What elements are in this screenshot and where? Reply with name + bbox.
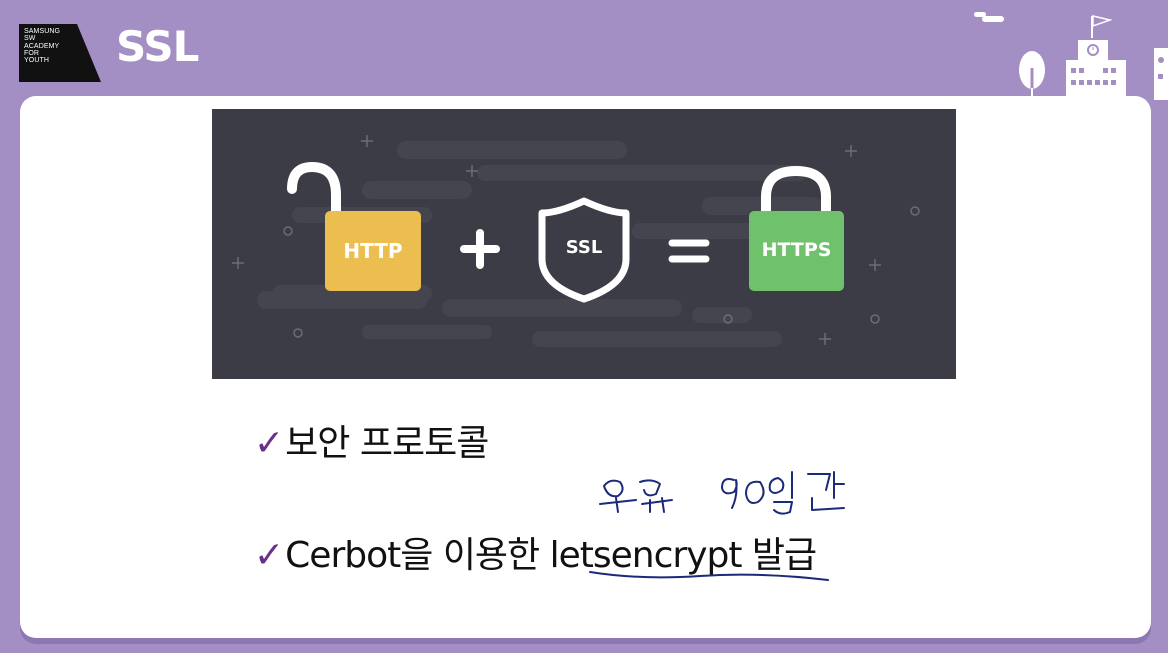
plus-icon [460,229,500,269]
bullet-security-protocol: ✓보안 프로토콜 [254,414,489,466]
equals-icon [668,239,710,263]
bullet-text: 보안 프로토콜 [285,423,489,464]
bullet-letsencrypt: ✓Cerbot을 이용한 letsencrypt 발급 [254,526,817,578]
slide: SAMSUNG SW ACADEMY FOR YOUTH SSL HTTP SS… [0,0,1168,653]
checkmark-icon: ✓ [254,423,284,464]
logo-text: SAMSUNG SW ACADEMY FOR YOUTH [24,28,61,65]
http-label: HTTP [343,239,403,263]
bullet-text: Cerbot을 이용한 letsencrypt 발급 [285,535,817,576]
samsung-sw-academy-logo: SAMSUNG SW ACADEMY FOR YOUTH [19,24,101,82]
ssl-label: SSL [565,237,603,258]
school-building-icon [974,12,1168,100]
ssl-illustration: HTTP SSL HTTPS [212,109,956,379]
https-lock-icon [749,165,844,291]
checkmark-icon: ✓ [254,535,284,576]
slide-title: SSL [116,22,199,71]
https-label: HTTPS [761,239,832,261]
